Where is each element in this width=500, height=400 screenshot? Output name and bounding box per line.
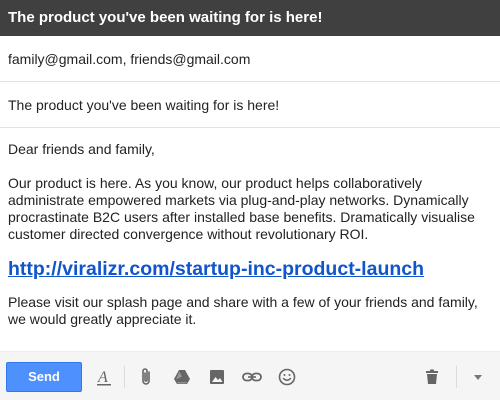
- launch-link[interactable]: http://viralizr.com/startup-inc-product-…: [8, 258, 492, 280]
- emoji-icon[interactable]: [275, 365, 299, 389]
- format-text-icon[interactable]: A: [92, 365, 116, 389]
- to-field[interactable]: family@gmail.com, friends@gmail.com: [0, 36, 500, 82]
- toolbar-divider: [124, 366, 125, 388]
- message-body[interactable]: Dear friends and family, Our product is …: [0, 128, 500, 328]
- send-button[interactable]: Send: [6, 362, 82, 392]
- link-icon[interactable]: [240, 365, 264, 389]
- toolbar-divider-right: [456, 366, 457, 388]
- compose-title: The product you've been waiting for is h…: [8, 9, 323, 26]
- to-recipients: family@gmail.com, friends@gmail.com: [8, 51, 251, 67]
- drive-icon[interactable]: [170, 365, 194, 389]
- compose-window: The product you've been waiting for is h…: [0, 0, 500, 400]
- greeting-text: Dear friends and family,: [8, 141, 155, 157]
- svg-text:A: A: [97, 369, 108, 386]
- body-paragraph-closing: Please visit our splash page and share w…: [8, 294, 478, 327]
- trash-icon[interactable]: [420, 365, 444, 389]
- photo-icon[interactable]: [205, 365, 229, 389]
- attach-icon[interactable]: [135, 365, 159, 389]
- compose-toolbar: Send A: [0, 351, 500, 400]
- subject-text: The product you've been waiting for is h…: [8, 97, 280, 113]
- more-options-icon[interactable]: [466, 365, 490, 389]
- body-paragraph: Our product is here. As you know, our pr…: [8, 175, 475, 242]
- compose-title-bar[interactable]: The product you've been waiting for is h…: [0, 0, 500, 36]
- subject-field[interactable]: The product you've been waiting for is h…: [0, 82, 500, 128]
